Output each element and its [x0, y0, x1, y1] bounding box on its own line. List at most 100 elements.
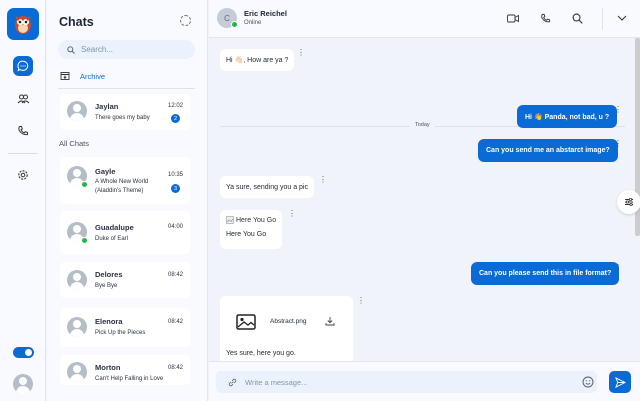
search-conversation-button[interactable] [571, 12, 583, 24]
avatar [67, 317, 87, 337]
incoming-image-message: Here You Go Here You Go [220, 210, 283, 249]
image-icon [226, 216, 234, 224]
chat-list-panel: Chats Search... Archive Jaylan There goe… [47, 0, 208, 401]
archive-link[interactable]: Archive [60, 71, 105, 81]
message-menu-icon[interactable]: ⋮ [614, 140, 622, 148]
archive-divider [58, 88, 195, 89]
more-options-button[interactable] [616, 12, 628, 24]
app-logo [7, 8, 39, 40]
voice-call-button[interactable] [539, 12, 551, 24]
phone-icon [540, 13, 550, 22]
chat-preview: There goes my baby [95, 115, 150, 121]
chat-preview: Can't Help Falling in Love [95, 376, 164, 382]
outgoing-message: Can you send me an abstarct image? [478, 139, 618, 162]
nav-chat-button[interactable] [13, 56, 33, 76]
message-input[interactable]: Write a message... [245, 378, 307, 387]
chat-time: 08:42 [167, 319, 183, 325]
archive-label: Archive [80, 71, 106, 81]
incoming-message: Hi 👋🏻, How are ya ? [220, 49, 295, 71]
video-call-button[interactable] [507, 12, 519, 24]
day-label: Today [410, 122, 435, 128]
users-icon [17, 94, 29, 104]
chat-time: 08:42 [167, 365, 183, 371]
send-icon [614, 376, 626, 388]
contact-status: Online [244, 20, 262, 26]
nav-settings-button[interactable] [13, 165, 33, 185]
nav-rail [0, 0, 46, 401]
online-indicator [231, 21, 238, 28]
unread-badge: 3 [171, 184, 180, 193]
chat-name: Jaylan [95, 102, 119, 111]
phone-icon [18, 126, 28, 136]
chat-list-item[interactable]: Gayle A Whole New World (Aladdin's Theme… [60, 157, 190, 204]
message-menu-icon[interactable]: ⋮ [288, 210, 296, 218]
chat-time: 12:02 [167, 103, 183, 109]
emoji-icon[interactable] [582, 376, 594, 388]
chat-list-item[interactable]: Jaylan There goes my baby 12:02 2 [60, 94, 190, 130]
chevron-down-icon [617, 15, 627, 21]
message-menu-icon[interactable]: ⋮ [614, 264, 622, 272]
chat-name: Elenora [95, 317, 123, 326]
chat-preview: A Whole New World (Aladdin's Theme) [95, 179, 149, 194]
chat-name: Guadalupe [95, 223, 134, 232]
message-menu-icon[interactable]: ⋮ [357, 297, 365, 305]
chat-time: 10:35 [167, 172, 183, 178]
nav-divider [8, 153, 38, 154]
message-input-box[interactable]: Write a message... [216, 371, 597, 393]
avatar [67, 101, 87, 121]
message-menu-icon[interactable]: ⋮ [297, 49, 305, 57]
send-button[interactable] [609, 371, 631, 393]
settings-drawer-button[interactable] [617, 190, 640, 214]
outgoing-message: Can you please send this in file format? [471, 262, 620, 285]
link-icon[interactable] [227, 377, 238, 388]
contact-name[interactable]: Eric Reichel [244, 9, 287, 18]
file-caption: Yes sure, here you go. [226, 350, 296, 357]
outgoing-message: Hi 👋 Panda, not bad, u ? [517, 105, 618, 128]
search-icon [67, 45, 75, 54]
archive-icon [60, 72, 70, 80]
user-avatar[interactable] [13, 374, 33, 394]
chat-preview: Duke of Earl [95, 236, 129, 242]
chat-name: Morton [95, 363, 121, 372]
chat-time: 04:00 [167, 224, 183, 230]
chat-icon [17, 60, 29, 72]
message-menu-icon[interactable]: ⋮ [614, 106, 622, 114]
download-icon[interactable] [325, 316, 335, 326]
composer: Write a message... [209, 361, 640, 401]
theme-toggle[interactable] [13, 347, 34, 358]
header-divider [602, 8, 603, 30]
online-indicator [81, 181, 88, 188]
message-menu-icon[interactable]: ⋮ [319, 176, 327, 184]
avatar [67, 362, 87, 382]
chat-time: 08:42 [167, 272, 183, 278]
message-list: Hi 👋🏻, How are ya ? ⋮ Today Hi 👋 Panda, … [209, 38, 636, 361]
incoming-file-message: Abstract.png Yes sure, here you go. [220, 296, 353, 361]
chat-name: Delores [95, 270, 123, 279]
image-caption: Here You Go [226, 231, 267, 238]
nav-contacts-button[interactable] [13, 89, 33, 109]
unread-badge: 2 [171, 114, 180, 123]
chat-preview: Pick Up the Pieces [95, 330, 146, 336]
chat-list-item[interactable]: Elenora Pick Up the Pieces 08:42 [60, 308, 190, 347]
chat-app: Chats Search... Archive Jaylan There goe… [0, 0, 640, 401]
search-box[interactable]: Search... [58, 40, 195, 59]
conversation-header: C Eric Reichel Online [209, 0, 640, 38]
status-circle-icon[interactable] [180, 15, 191, 26]
image-file-icon [236, 314, 256, 330]
nav-calls-button[interactable] [13, 121, 33, 141]
image-alt-text: Here You Go [236, 216, 277, 224]
avatar [67, 270, 87, 290]
online-indicator [81, 237, 88, 244]
chat-list-item[interactable]: Guadalupe Duke of Earl 04:00 [60, 211, 190, 254]
video-icon [507, 14, 519, 22]
file-name: Abstract.png [270, 318, 307, 325]
search-input[interactable]: Search... [81, 45, 113, 54]
chat-preview: Bye Bye [95, 283, 118, 289]
gear-icon [18, 170, 28, 180]
incoming-message: Ya sure, sending you a pic [220, 176, 314, 198]
broken-image: Here You Go [226, 216, 276, 224]
chat-list-item[interactable]: Morton Can't Help Falling in Love 08:42 [60, 355, 190, 385]
chat-list-title: Chats [59, 15, 94, 29]
all-chats-label: All Chats [59, 139, 90, 148]
chat-list-item[interactable]: Delores Bye Bye 08:42 [60, 262, 190, 298]
